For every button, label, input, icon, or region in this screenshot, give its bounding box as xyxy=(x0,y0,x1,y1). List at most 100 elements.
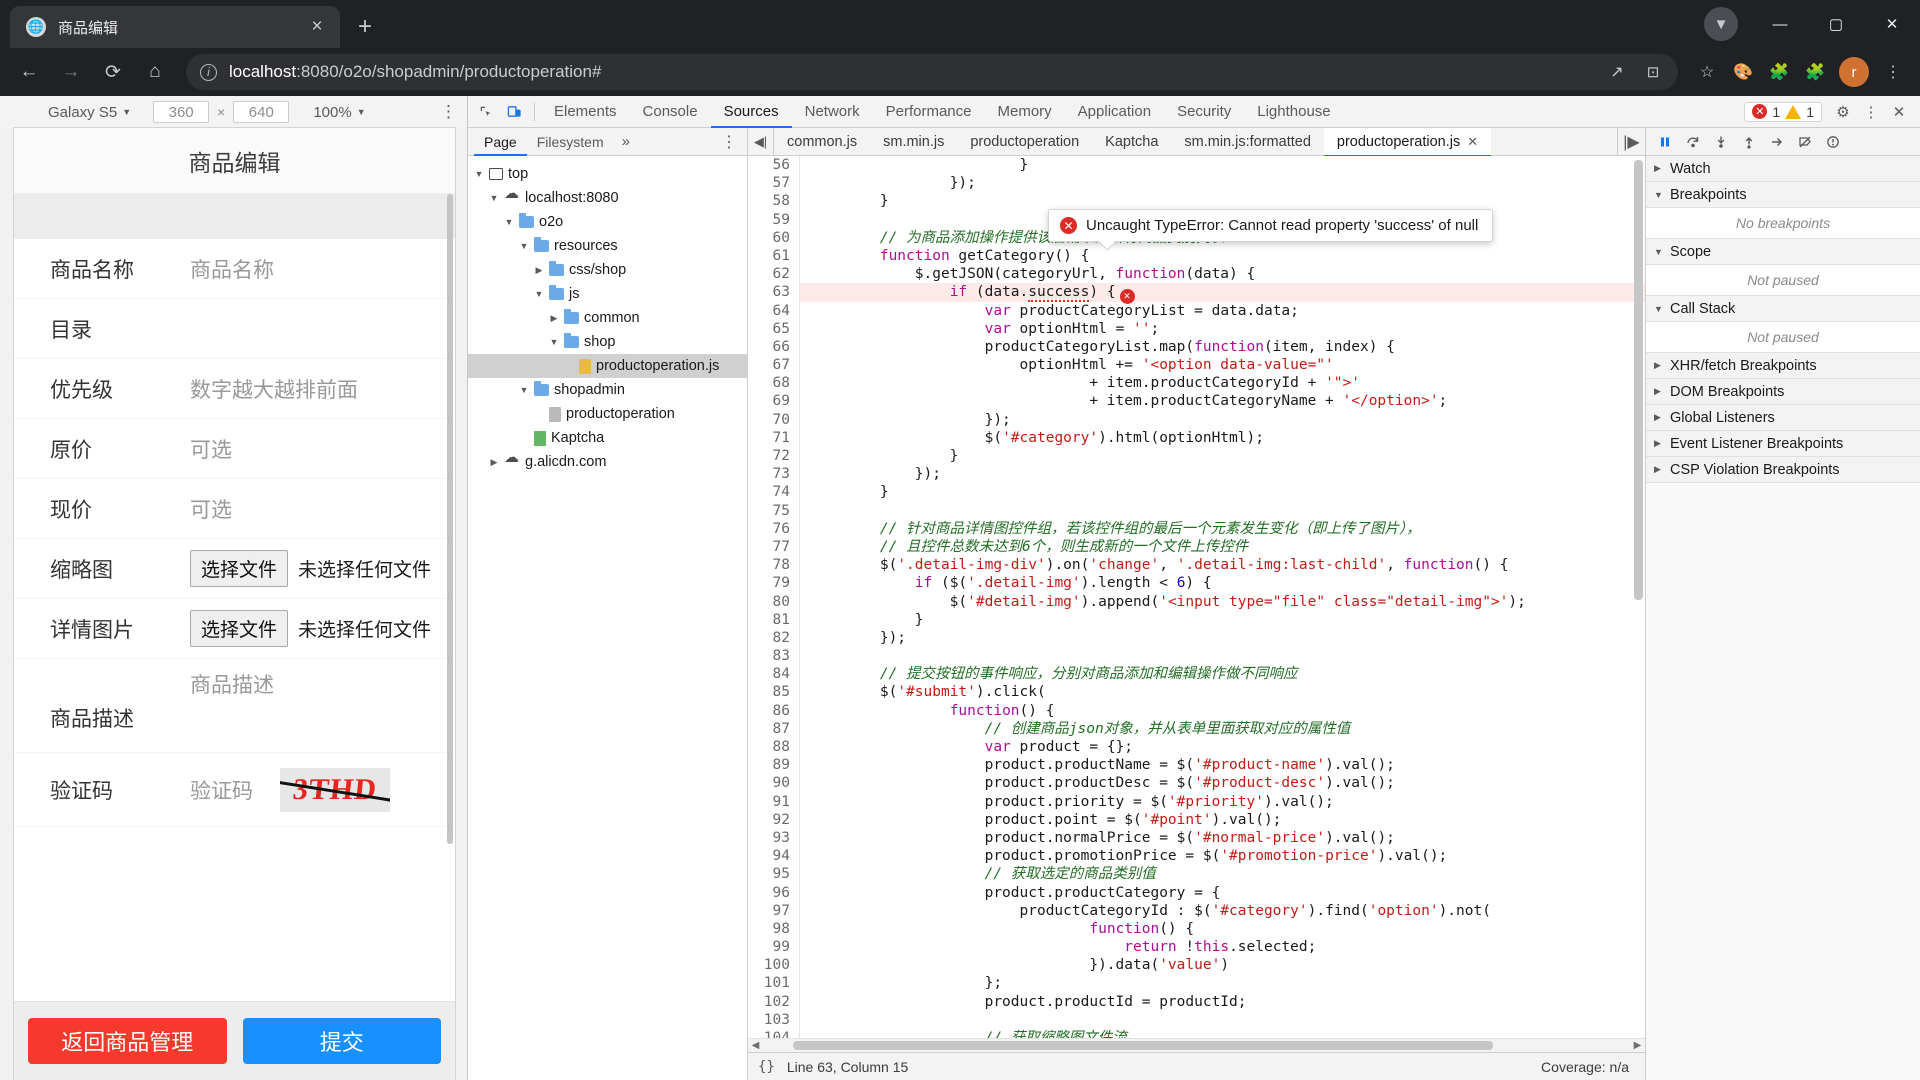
inspect-element-icon[interactable] xyxy=(472,99,500,125)
maximize-button[interactable]: ▢ xyxy=(1808,0,1864,48)
scroll-tabs-right-icon[interactable]: |▶ xyxy=(1617,127,1645,156)
tab-console[interactable]: Console xyxy=(630,96,711,128)
tree-node[interactable]: ▼ top xyxy=(468,162,747,186)
gear-icon[interactable]: ⚙ xyxy=(1830,99,1856,125)
submit-button[interactable]: 提交 xyxy=(242,1018,441,1064)
line-number[interactable]: 86 xyxy=(748,701,800,720)
line-number[interactable]: 70 xyxy=(748,410,800,429)
navigator-tab-filesystem[interactable]: Filesystem xyxy=(527,128,614,156)
chevron-down-icon[interactable]: ▼ xyxy=(519,241,529,251)
back-icon[interactable]: ← xyxy=(10,53,48,91)
line-number[interactable]: 95 xyxy=(748,865,800,884)
line-number[interactable]: 77 xyxy=(748,537,800,557)
tree-node[interactable]: ▶ g.alicdn.com xyxy=(468,448,747,474)
reload-icon[interactable]: ⟳ xyxy=(94,53,132,91)
avatar[interactable]: r xyxy=(1839,57,1869,87)
zoom-selector[interactable]: 100% ▼ xyxy=(313,104,365,121)
tree-node[interactable]: ▶productoperation.js xyxy=(468,354,747,378)
pretty-print-icon[interactable]: {} xyxy=(758,1059,775,1075)
viewport-height-input[interactable]: 640 xyxy=(233,101,290,123)
devtools-close-icon[interactable]: ✕ xyxy=(1886,99,1912,125)
line-number[interactable]: 64 xyxy=(748,301,800,320)
line-number[interactable]: 61 xyxy=(748,246,800,266)
issues-counter[interactable]: ✕ 1 1 xyxy=(1744,101,1822,122)
step-into-icon[interactable] xyxy=(1708,129,1734,155)
line-number[interactable]: 74 xyxy=(748,483,800,502)
close-icon[interactable]: ✕ xyxy=(1467,134,1478,150)
chevron-down-icon[interactable]: ▼ xyxy=(504,217,514,227)
line-number[interactable]: 100 xyxy=(748,956,800,975)
line-number[interactable]: 69 xyxy=(748,392,800,411)
tab-memory[interactable]: Memory xyxy=(985,96,1065,128)
install-icon[interactable]: ⊡ xyxy=(1642,61,1664,83)
puzzle-icon[interactable]: 🧩 xyxy=(1798,55,1832,89)
line-number[interactable]: 93 xyxy=(748,828,800,848)
chevron-right-icon[interactable]: ▶ xyxy=(549,313,559,324)
back-to-product-management-button[interactable]: 返回商品管理 xyxy=(28,1018,227,1064)
line-number[interactable]: 72 xyxy=(748,447,800,466)
line-number[interactable]: 73 xyxy=(748,465,800,484)
line-number[interactable]: 82 xyxy=(748,628,800,648)
description-textarea[interactable]: 商品描述 xyxy=(190,669,274,699)
update-icon[interactable]: ▼ xyxy=(1704,7,1738,41)
line-number[interactable]: 89 xyxy=(748,756,800,775)
line-number[interactable]: 102 xyxy=(748,992,800,1011)
field-input[interactable]: 数字越大越排前面 xyxy=(190,374,358,404)
sidebar-section-dom-breakpoints[interactable]: ▶ DOM Breakpoints xyxy=(1646,379,1920,405)
tree-node[interactable]: ▶ common xyxy=(468,306,747,330)
browser-tab[interactable]: 🌐 商品编辑 × xyxy=(10,6,340,48)
tree-node[interactable]: ▶productoperation xyxy=(468,402,747,426)
line-number[interactable]: 62 xyxy=(748,265,800,284)
editor-horizontal-scrollbar[interactable]: ◀ ▶ xyxy=(748,1038,1645,1052)
line-number[interactable]: 104 xyxy=(748,1029,800,1038)
field-input[interactable]: 可选 xyxy=(190,494,232,524)
chevron-down-icon[interactable]: ▼ xyxy=(489,193,499,203)
line-number[interactable]: 94 xyxy=(748,847,800,866)
sidebar-section-breakpoints[interactable]: ▼ Breakpoints xyxy=(1646,182,1920,208)
chevron-right-icon[interactable]: ▶ xyxy=(534,265,544,276)
device-selector[interactable]: Galaxy S5 ▼ xyxy=(48,104,131,121)
line-number[interactable]: 98 xyxy=(748,919,800,939)
line-number[interactable]: 78 xyxy=(748,556,800,575)
sidebar-section-csp-violation-breakpoints[interactable]: ▶ CSP Violation Breakpoints xyxy=(1646,457,1920,483)
step-icon[interactable] xyxy=(1764,129,1790,155)
code-editor[interactable]: 56 }57 });58 }5960 // 为商品添加操作提供该店铺下的所有商品… xyxy=(748,156,1645,1038)
browser-menu-icon[interactable]: ⋮ xyxy=(1876,55,1910,89)
line-number[interactable]: 92 xyxy=(748,810,800,829)
line-number[interactable]: 59 xyxy=(748,210,800,229)
forward-icon[interactable]: → xyxy=(52,53,90,91)
tab-performance[interactable]: Performance xyxy=(873,96,985,128)
line-number[interactable]: 79 xyxy=(748,574,800,593)
line-number[interactable]: 83 xyxy=(748,647,800,666)
viewport-width-input[interactable]: 360 xyxy=(153,101,210,123)
palette-icon[interactable]: 🎨 xyxy=(1726,55,1760,89)
tab-application[interactable]: Application xyxy=(1065,96,1164,128)
navigator-more-tabs[interactable]: » xyxy=(614,133,638,150)
tree-node[interactable]: ▶Kaptcha xyxy=(468,426,747,450)
scroll-right-icon[interactable]: ▶ xyxy=(1630,1040,1645,1051)
line-number[interactable]: 56 xyxy=(748,156,800,175)
line-number[interactable]: 90 xyxy=(748,774,800,793)
close-icon[interactable]: × xyxy=(304,14,330,40)
scroll-track[interactable] xyxy=(763,1041,1630,1050)
scroll-thumb[interactable] xyxy=(793,1041,1493,1050)
line-number[interactable]: 101 xyxy=(748,974,800,993)
editor-tab[interactable]: productoperation.js ✕ xyxy=(1323,127,1492,157)
line-number[interactable]: 75 xyxy=(748,501,800,520)
tree-node[interactable]: ▼ localhost:8080 xyxy=(468,184,747,210)
line-number[interactable]: 88 xyxy=(748,738,800,757)
line-number[interactable]: 96 xyxy=(748,883,800,902)
pause-on-exceptions-icon[interactable] xyxy=(1820,129,1846,155)
captcha-input[interactable]: 验证码 xyxy=(190,775,280,805)
tab-sources[interactable]: Sources xyxy=(710,96,792,128)
line-number[interactable]: 76 xyxy=(748,519,800,538)
line-number[interactable]: 68 xyxy=(748,374,800,393)
chevron-down-icon[interactable]: ▼ xyxy=(474,169,484,179)
pause-icon[interactable] xyxy=(1652,129,1678,155)
sidebar-section-watch[interactable]: ▶ Watch xyxy=(1646,156,1920,182)
line-number[interactable]: 60 xyxy=(748,228,800,247)
device-more-icon[interactable]: ⋮ xyxy=(440,102,457,122)
line-number[interactable]: 63 xyxy=(748,283,800,302)
share-icon[interactable]: ↗ xyxy=(1606,61,1628,83)
line-number[interactable]: 71 xyxy=(748,428,800,447)
